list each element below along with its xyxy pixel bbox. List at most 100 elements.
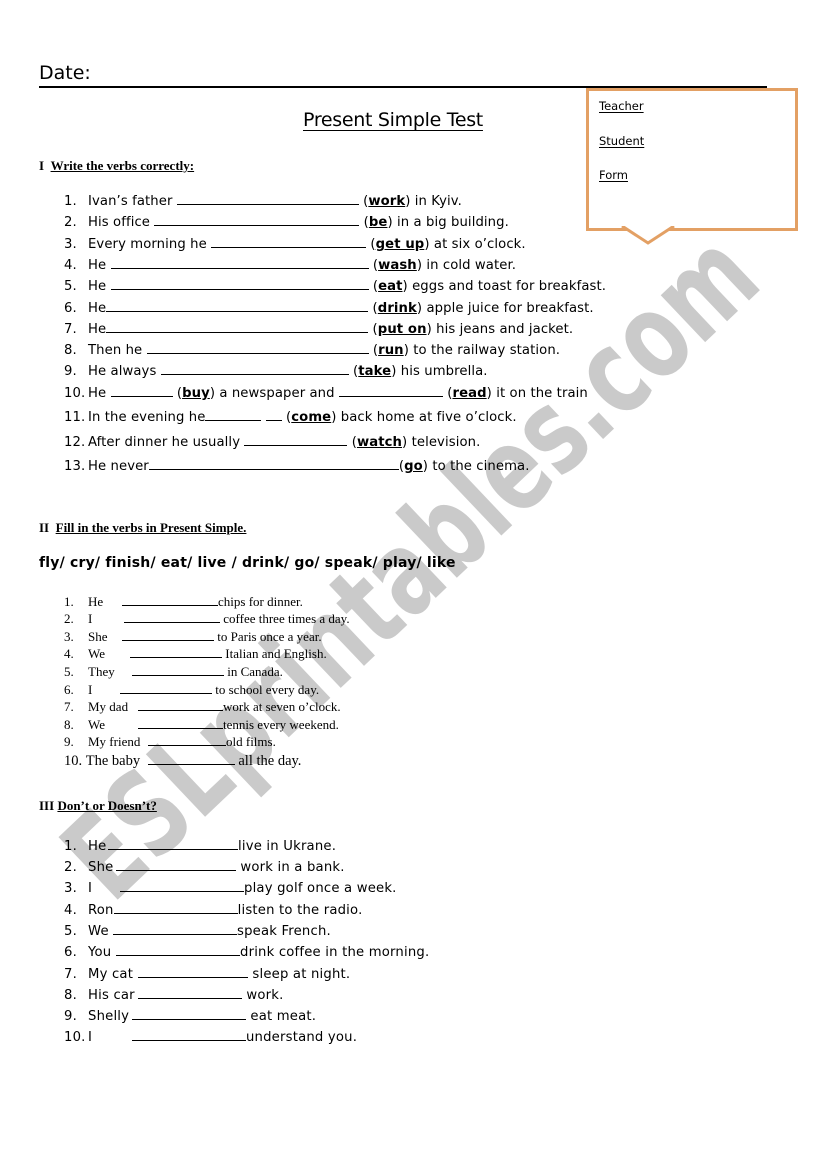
answer-blank[interactable] [148, 458, 399, 470]
question-row: 3. Every morning he (get up) at six o’clo… [64, 236, 526, 252]
answer-blank[interactable] [132, 665, 224, 676]
question-number: 7. [64, 967, 77, 982]
answer-blank[interactable] [124, 612, 220, 623]
answer-blank[interactable] [110, 278, 369, 290]
section-1-heading: I Write the verbs correctly: [39, 158, 194, 174]
question-row: 9. Shelly eat meat. [64, 1008, 316, 1024]
question-number: 10. [64, 1030, 86, 1045]
question-text-after: sleep at night. [248, 967, 351, 982]
question-number: 6. [64, 945, 77, 960]
date-label: Date: [39, 62, 91, 84]
question-subject: Shelly [88, 1009, 130, 1024]
question-subject: The baby [85, 753, 141, 769]
question-number: 9. [64, 364, 77, 379]
question-number: 6. [64, 682, 74, 697]
question-number: 11. [64, 410, 86, 425]
answer-blank[interactable] [146, 342, 369, 354]
question-text-before: His office [88, 215, 155, 230]
answer-blank[interactable] [138, 700, 223, 711]
answer-blank[interactable] [110, 385, 173, 397]
question-text-after: in Kyiv. [410, 194, 462, 209]
question-text-after: to the railway station. [408, 343, 561, 358]
question-subject: My dad [88, 699, 129, 714]
answer-blank[interactable] [132, 1029, 246, 1041]
question-subject: I [88, 881, 93, 896]
question-row: 6. He (drink) apple juice for breakfast. [64, 300, 594, 316]
answer-blank[interactable] [113, 902, 238, 914]
answer-blank[interactable] [120, 683, 212, 694]
answer-blank[interactable] [106, 300, 369, 312]
answer-blank[interactable] [265, 409, 282, 421]
answer-blank[interactable] [147, 754, 235, 765]
question-text-after: listen to the radio. [237, 903, 363, 918]
question-row: 3. Iplay golf once a week. [64, 880, 397, 896]
question-subject: She [88, 860, 114, 875]
question-number: 9. [64, 734, 74, 749]
answer-blank[interactable] [160, 363, 349, 375]
answer-blank[interactable] [244, 434, 348, 446]
question-subject: His car [88, 988, 135, 1003]
question-text-before: Then he [88, 343, 147, 358]
question-row: 5. He (eat) eggs and toast for breakfast. [64, 278, 607, 294]
question-subject: He [88, 594, 104, 609]
date-field[interactable]: Date: [39, 60, 767, 88]
question-row: 2. His office (be) in a big building. [64, 214, 509, 230]
question-text-after: back home at five o’clock. [336, 410, 517, 425]
answer-blank[interactable] [132, 1008, 246, 1020]
question-text-before: He [88, 258, 111, 273]
question-text-after: speak French. [237, 924, 331, 939]
question-row: 4. He (wash) in cold water. [64, 257, 517, 273]
answer-blank[interactable] [138, 718, 223, 729]
question-text-after: it on the train [491, 386, 588, 401]
section-3-heading: III Don’t or Doesn’t? [39, 798, 157, 814]
question-row: 10. Iunderstand you. [64, 1029, 357, 1045]
question-text-before: He [88, 322, 107, 337]
answer-blank[interactable] [113, 923, 237, 935]
question-number: 6. [64, 301, 77, 316]
question-number: 2. [64, 215, 77, 230]
question-number: 8. [64, 343, 77, 358]
question-subject: We [88, 717, 105, 732]
answer-blank[interactable] [116, 859, 236, 871]
verb-hint: come [291, 410, 332, 425]
answer-blank[interactable] [122, 595, 218, 606]
answer-blank[interactable] [130, 647, 222, 658]
question-text-before: Every morning he [88, 237, 212, 252]
callout-student: Student [599, 134, 645, 148]
answer-blank[interactable] [138, 987, 242, 999]
answer-blank[interactable] [122, 630, 214, 641]
answer-blank[interactable] [116, 944, 240, 956]
section-3-numeral: III [39, 798, 55, 813]
answer-blank[interactable] [138, 966, 248, 978]
question-text-after: work. [242, 988, 284, 1003]
answer-blank[interactable] [154, 214, 360, 226]
question-text-after: eat meat. [246, 1009, 317, 1024]
answer-blank[interactable] [106, 321, 369, 333]
question-row: 8. We tennis every weekend. [64, 717, 339, 733]
question-text-middle: a newspaper and [215, 386, 339, 401]
answer-blank[interactable] [108, 838, 238, 850]
question-subject: I [88, 682, 93, 697]
verb-hint: eat [378, 279, 403, 294]
answer-blank[interactable] [110, 257, 369, 269]
question-number: 5. [64, 279, 77, 294]
question-row: 6. You drink coffee in the morning. [64, 944, 429, 960]
answer-blank[interactable] [205, 409, 262, 421]
question-text-before: He [88, 301, 107, 316]
question-number: 10. [64, 386, 86, 401]
answer-blank[interactable] [176, 193, 359, 205]
question-text-after: tennis every weekend. [223, 717, 339, 732]
answer-blank[interactable] [120, 880, 244, 892]
answer-blank[interactable] [338, 385, 443, 397]
question-row: 13. He never (go) to the cinema. [64, 458, 530, 474]
question-number: 3. [64, 629, 74, 644]
answer-blank[interactable] [211, 236, 367, 248]
question-number: 8. [64, 988, 77, 1003]
question-text-before: In the evening he [88, 410, 206, 425]
question-row: 8. Then he (run) to the railway station. [64, 342, 561, 358]
verb-hint: put on [377, 322, 427, 337]
question-number: 7. [64, 322, 77, 337]
question-row: 1. Ivan’s father (work) in Kyiv. [64, 193, 462, 209]
answer-blank[interactable] [148, 735, 226, 746]
question-text-after: to the cinema. [428, 459, 530, 474]
